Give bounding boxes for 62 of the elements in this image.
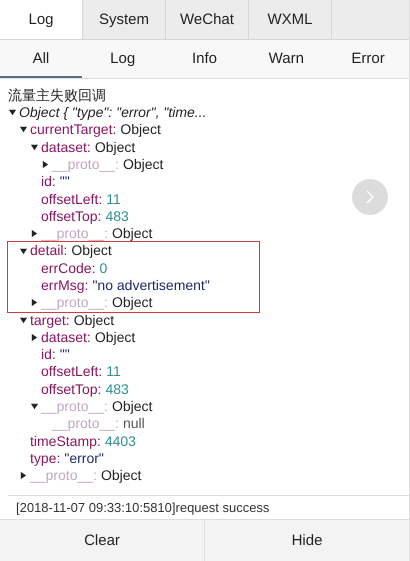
property-key: currentTarget:	[30, 121, 116, 139]
property-value: 11	[106, 363, 121, 381]
property-key: offsetTop:	[41, 380, 102, 398]
expanded-triangle-icon[interactable]	[19, 316, 28, 325]
property-key: __proto__:	[41, 225, 108, 242]
log-filter-tab[interactable]: Log	[82, 40, 164, 78]
collapsed-triangle-icon[interactable]	[19, 471, 28, 480]
console-tab[interactable]: Log	[0, 0, 83, 40]
property-key: __proto__:	[52, 156, 119, 174]
property-key: __proto__:	[41, 398, 108, 416]
property-value: 483	[105, 380, 129, 398]
log-filter-tab[interactable]: Info	[164, 40, 246, 78]
expanded-triangle-icon[interactable]	[30, 142, 39, 152]
property-value: ""	[60, 173, 70, 190]
property-value: 483	[105, 208, 129, 226]
property-value: ""	[60, 346, 70, 364]
property-key: offsetTop:	[41, 208, 102, 226]
expanded-triangle-icon[interactable]	[19, 125, 28, 134]
object-summary: Object { "type": "error", "time...	[19, 104, 206, 122]
property-value: null	[122, 415, 145, 433]
property-value: Object	[112, 225, 152, 242]
property-value: "error"	[64, 450, 104, 468]
collapsed-triangle-icon[interactable]	[30, 229, 39, 238]
property-key: dataset:	[41, 328, 91, 346]
log-filter-tab[interactable]: All	[0, 40, 82, 78]
property-value: Object	[112, 294, 152, 312]
property-value: Object	[120, 121, 161, 139]
property-value: Object	[74, 312, 114, 329]
property-key: detail:	[30, 242, 68, 260]
log-filter-tab[interactable]: Error	[327, 40, 409, 78]
collapsed-triangle-icon[interactable]	[41, 160, 50, 170]
property-key: errCode:	[41, 260, 96, 277]
expanded-triangle-icon[interactable]	[8, 108, 17, 118]
property-key: errMsg:	[41, 276, 88, 294]
property-key: target:	[30, 312, 70, 329]
property-value: 4403	[104, 432, 136, 450]
property-value: Object	[71, 242, 112, 260]
chevron-right-icon	[364, 189, 376, 205]
log-message: 流量主失败回调	[8, 86, 107, 104]
property-key: offsetLeft:	[41, 190, 102, 208]
property-key: __proto__:	[52, 415, 119, 433]
log-filter-tab[interactable]: Warn	[245, 40, 328, 78]
property-value: Object	[100, 467, 142, 485]
collapsed-triangle-icon[interactable]	[30, 333, 39, 342]
property-key: type:	[30, 450, 60, 468]
property-value: 11	[106, 190, 121, 208]
expanded-triangle-icon[interactable]	[19, 246, 28, 256]
property-value: 0	[99, 260, 108, 277]
property-key: id:	[41, 173, 56, 190]
property-value: Object	[122, 156, 164, 174]
property-key: dataset:	[41, 138, 91, 156]
property-key: id:	[41, 346, 56, 364]
property-key: __proto__:	[30, 467, 97, 485]
collapsed-triangle-icon[interactable]	[30, 298, 39, 308]
property-key: offsetLeft:	[41, 363, 102, 381]
property-value: Object	[94, 328, 136, 346]
property-key: __proto__:	[41, 294, 108, 312]
property-value: Object	[94, 138, 136, 156]
property-value: Object	[112, 398, 152, 416]
property-key: timeStamp:	[30, 432, 101, 450]
expanded-triangle-icon[interactable]	[30, 402, 39, 412]
property-value: "no advertisement"	[92, 276, 210, 294]
